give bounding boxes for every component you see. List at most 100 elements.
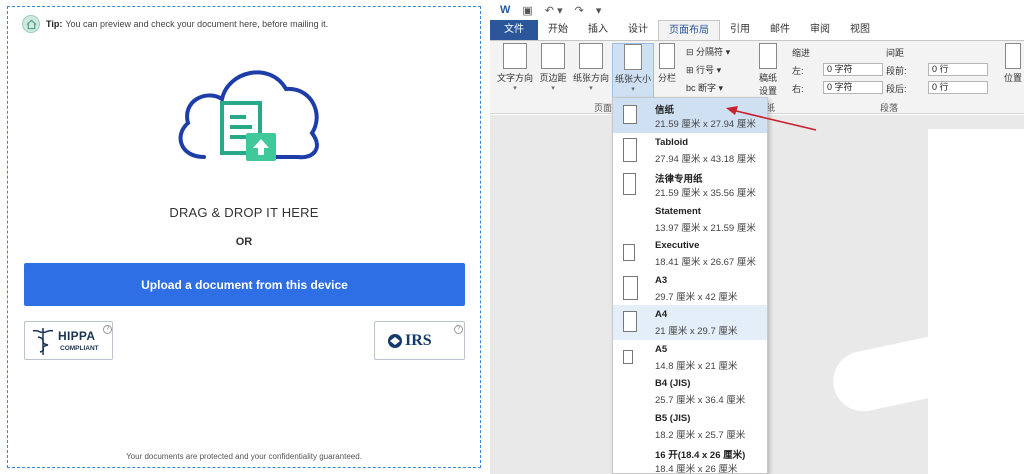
upload-button[interactable]: Upload a document from this device [24, 263, 465, 306]
spacing-after-field[interactable]: 0 行 [928, 81, 988, 94]
tab-home[interactable]: 开始 [538, 20, 578, 40]
spacing-title: 间距 [886, 48, 905, 58]
paper-thumb-icon [623, 275, 638, 300]
tab-references[interactable]: 引用 [720, 20, 760, 40]
or-text: OR [235, 236, 253, 248]
indent-title: 缩进 [792, 48, 811, 58]
paper-size-name: A5 [655, 343, 668, 355]
columns-label: 分栏 [657, 73, 676, 83]
paper-size-dims: 18.41 厘米 x 26.67 厘米 [655, 257, 756, 268]
paper-thumb-icon [623, 311, 637, 332]
draft-settings-button[interactable]: 稿纸 设置 [756, 43, 780, 97]
paper-size-item[interactable]: 16 开(18.4 x 26 厘米) 18.4 厘米 x 26 厘米 [613, 443, 767, 474]
page-size-icon [624, 44, 642, 70]
size-label: 纸张大小 [614, 74, 651, 84]
size-button[interactable]: 纸张大小 ▾ [612, 43, 654, 99]
breaks-icon: ⊟ [686, 47, 697, 57]
paper-size-name: A3 [655, 274, 668, 286]
paper-size-item[interactable]: Tabloid 27.94 厘米 x 43.18 厘米 [613, 133, 767, 168]
paper-size-name: Executive [655, 240, 700, 251]
line-numbers-icon: ⊞ [686, 65, 697, 75]
orientation-label: 纸张方向 [572, 73, 609, 83]
paper-size-dims: 27.94 厘米 x 43.18 厘米 [655, 153, 756, 165]
tab-page-layout[interactable]: 页面布局 [658, 20, 720, 40]
save-icon[interactable]: ▣ [522, 4, 532, 17]
spacing-before-label: 段前: [886, 66, 907, 76]
paper-size-item[interactable]: A3 29.7 厘米 x 42 厘米 [613, 271, 767, 306]
paper-size-name: B5 (JIS) [655, 412, 691, 424]
paper-size-item[interactable]: Executive 18.41 厘米 x 26.67 厘米 [613, 236, 767, 271]
paper-thumb-icon [623, 349, 633, 364]
paper-size-dims: 14.8 厘米 x 21 厘米 [655, 360, 738, 372]
group-page-label: 页面 [594, 103, 613, 113]
margins-button[interactable]: 页边距 ▾ [537, 43, 569, 92]
tab-mailings[interactable]: 邮件 [760, 20, 800, 40]
paper-size-item[interactable]: B4 (JIS) 25.7 厘米 x 36.4 厘米 [613, 374, 767, 409]
tab-design[interactable]: 设计 [618, 20, 658, 40]
spacing-before-field[interactable]: 0 行 [928, 63, 988, 76]
columns-button[interactable]: 分栏 [656, 43, 678, 84]
draft-label-2: 设置 [758, 86, 777, 96]
indent-left-field[interactable]: 0 字符 [823, 63, 883, 76]
privacy-footer: Your documents are protected and your co… [126, 452, 362, 461]
paper-size-item[interactable]: 法律专用纸 21.59 厘米 x 35.56 厘米 [613, 167, 767, 202]
indent-right-label: 右: [792, 84, 804, 94]
customize-icon[interactable]: ▾ [596, 4, 602, 17]
draft-label-1: 稿纸 [758, 73, 777, 83]
ribbon-tabs: 文件 开始 插入 设计 页面布局 引用 邮件 审阅 视图 [490, 20, 1024, 40]
paper-size-item[interactable]: A4 21 厘米 x 29.7 厘米 [613, 305, 767, 340]
paper-size-name: 16 开(18.4 x 26 厘米) [655, 450, 746, 461]
hyphenation-button[interactable]: bc 断字 ▾ [686, 81, 723, 94]
text-direction-button[interactable]: 文字方向 ▾ [496, 43, 534, 92]
paper-size-item[interactable]: Statement 13.97 厘米 x 21.59 厘米 [613, 202, 767, 237]
paper-size-name: B4 (JIS) [655, 378, 691, 389]
hippa-title: HIPPA [58, 329, 96, 343]
position-icon [1005, 43, 1021, 69]
tab-file[interactable]: 文件 [490, 20, 538, 40]
paper-thumb-icon [623, 244, 635, 261]
help-icon[interactable]: ? [454, 325, 463, 334]
paper-size-name: Tabloid [655, 136, 689, 148]
undo-icon[interactable]: ↶ ▾ [545, 4, 563, 17]
indent-right-field[interactable]: 0 字符 [823, 81, 883, 94]
paper-size-dims: 21 厘米 x 29.7 厘米 [655, 326, 738, 337]
paper-size-dims: 29.7 厘米 x 42 厘米 [655, 291, 738, 303]
group-paragraph-label: 段落 [880, 103, 899, 113]
paper-size-dims: 18.2 厘米 x 25.7 厘米 [655, 429, 746, 441]
document-page[interactable] [928, 129, 1024, 474]
position-label: 位置 [1003, 73, 1022, 83]
position-button[interactable]: 位置 [1002, 43, 1024, 84]
margins-label: 页边距 [539, 73, 567, 83]
caduceus-icon [32, 326, 54, 361]
columns-icon [659, 43, 675, 69]
line-numbers-label: 行号 [696, 65, 715, 75]
paper-size-dropdown: 信纸 21.59 厘米 x 27.94 厘米 Tabloid 27.94 厘米 … [612, 97, 768, 474]
orientation-icon [579, 43, 603, 69]
hippa-subtitle: COMPLIANT [60, 345, 99, 352]
line-numbers-button[interactable]: ⊞ 行号 ▾ [686, 63, 721, 76]
tab-view[interactable]: 视图 [840, 20, 880, 40]
drag-drop-text[interactable]: DRAG & DROP IT HERE [8, 205, 480, 220]
breaks-label: 分隔符 [696, 47, 724, 57]
paper-size-name: 信纸 [655, 105, 675, 116]
hyphenation-icon: bc [686, 83, 699, 93]
paper-thumb-icon [623, 173, 636, 195]
paper-size-dims: 18.4 厘米 x 26 厘米 [655, 464, 738, 474]
tip-label: Tip: [46, 19, 63, 29]
paper-size-item[interactable]: B5 (JIS) 18.2 厘米 x 25.7 厘米 [613, 409, 767, 444]
indent-left-label: 左: [792, 66, 804, 76]
redo-icon[interactable]: ↷ [575, 4, 584, 17]
tab-review[interactable]: 审阅 [800, 20, 840, 40]
quick-access-toolbar: W ▣ ↶ ▾ ↷ ▾ [490, 0, 1024, 20]
breaks-button[interactable]: ⊟ 分隔符 ▾ [686, 45, 730, 58]
orientation-button[interactable]: 纸张方向 ▾ [571, 43, 611, 92]
paper-size-item[interactable]: A5 14.8 厘米 x 21 厘米 [613, 340, 767, 375]
tip-bar: Tip: You can preview and check your docu… [22, 15, 328, 33]
upload-panel: Tip: You can preview and check your docu… [7, 6, 481, 468]
help-icon[interactable]: ? [103, 325, 112, 334]
margins-icon [541, 43, 565, 69]
annotation-arrow-icon [726, 106, 817, 131]
paper-size-name: Statement [655, 205, 701, 217]
spacing-after-label: 段后: [886, 84, 907, 94]
tab-insert[interactable]: 插入 [578, 20, 618, 40]
